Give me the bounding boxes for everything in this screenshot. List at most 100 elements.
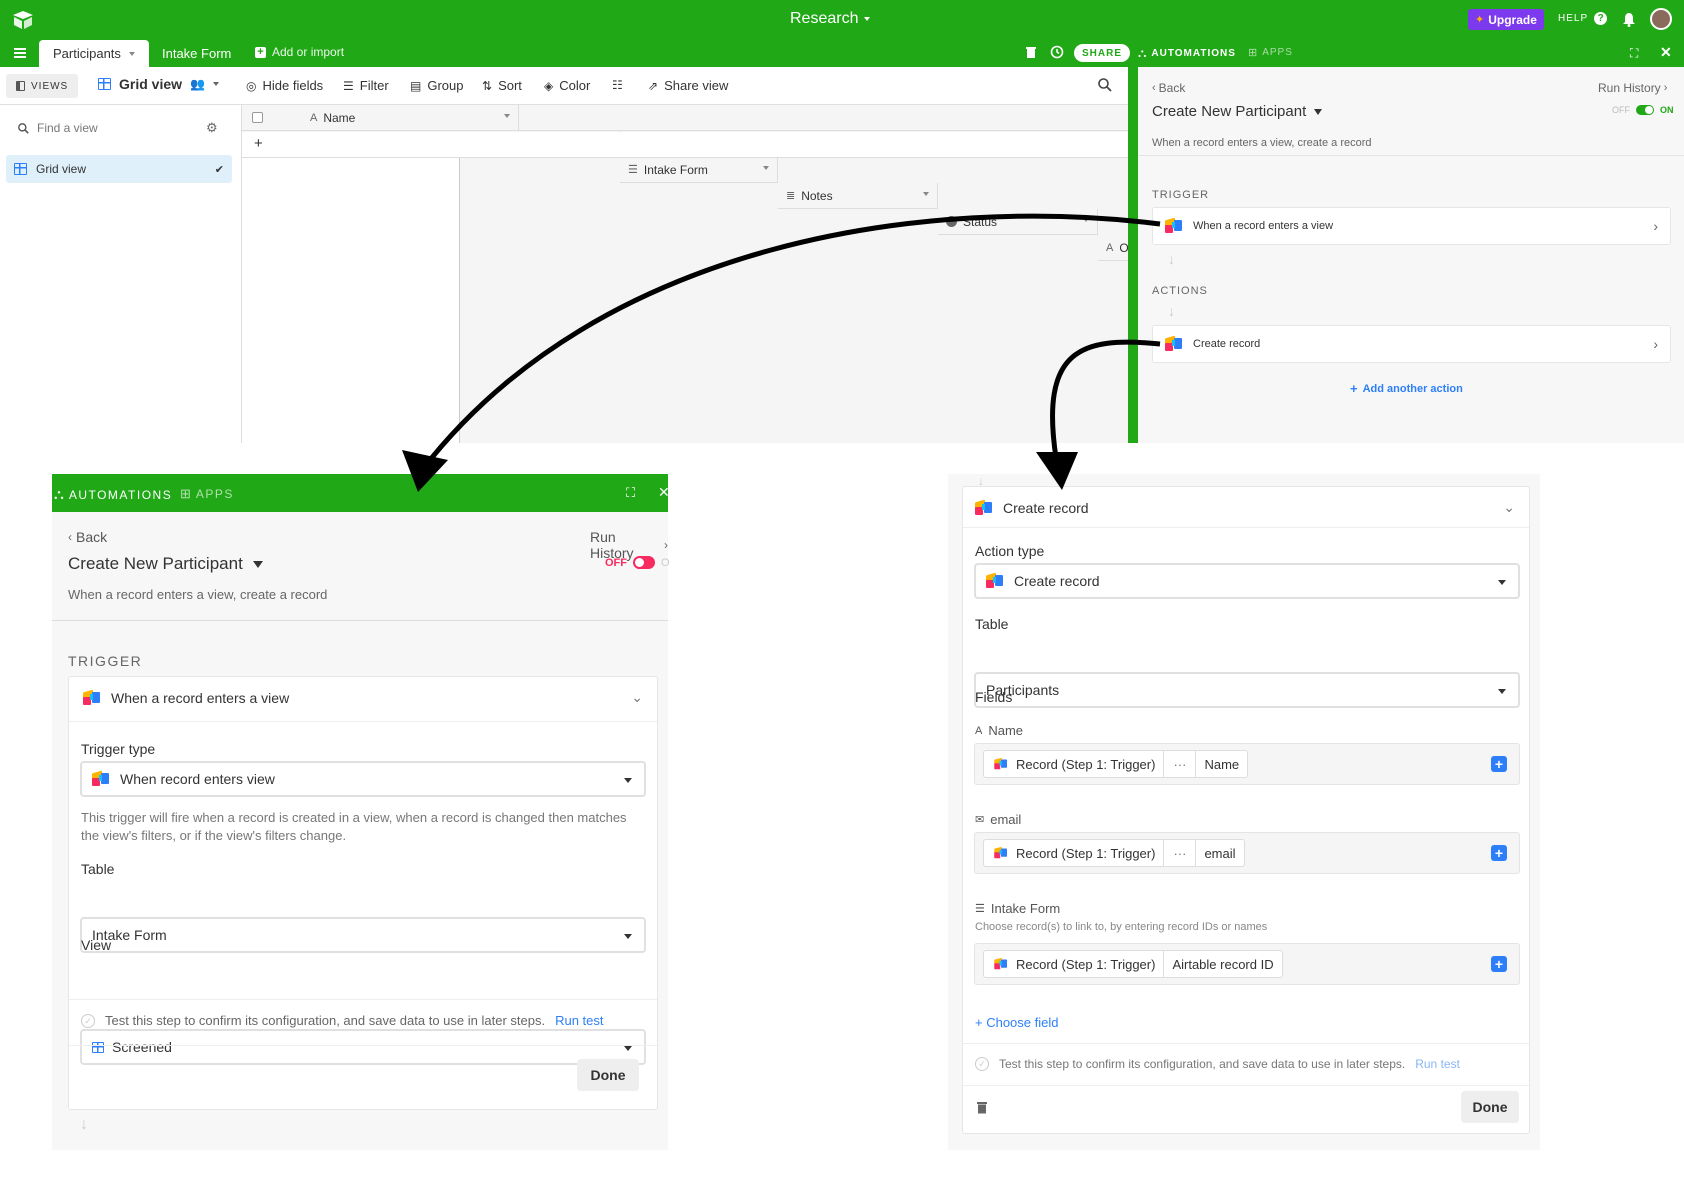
record-token[interactable]: Record (Step 1: Trigger): [983, 950, 1165, 978]
column-header-partial[interactable]: AO: [1098, 235, 1129, 261]
upgrade-button[interactable]: ✦ Upgrade: [1468, 9, 1544, 30]
history-icon[interactable]: [1050, 45, 1064, 59]
field-token[interactable]: Name: [1196, 750, 1249, 778]
close-icon[interactable]: ✕: [658, 484, 670, 501]
add-row-plus-icon[interactable]: +: [254, 135, 263, 152]
base-title[interactable]: Research: [790, 10, 871, 28]
airtable-logo-icon: [994, 757, 1008, 770]
back-link[interactable]: ‹ Back: [68, 529, 107, 545]
back-label: Back: [1158, 81, 1186, 95]
trigger-type-label-text: Trigger type: [81, 741, 156, 757]
automation-toggle[interactable]: OFF O: [605, 556, 670, 569]
trigger-type-select[interactable]: When record enters view: [80, 761, 646, 797]
help-button[interactable]: HELP ?: [1558, 12, 1608, 25]
grid-icon: [98, 78, 111, 90]
done-button[interactable]: Done: [1461, 1091, 1519, 1123]
column-header-notes[interactable]: ≣ Notes: [778, 183, 938, 209]
automation-title[interactable]: Create New Participant: [1152, 103, 1323, 120]
insert-plus-icon[interactable]: +: [1491, 845, 1507, 861]
choose-field-link[interactable]: + Choose field: [975, 1015, 1058, 1030]
view-select[interactable]: Screened: [80, 1029, 646, 1065]
run-test-link[interactable]: Run test: [1415, 1057, 1460, 1071]
top-bar: Research ✦ Upgrade HELP ?: [0, 0, 1684, 40]
automation-title[interactable]: Create New Participant: [68, 554, 263, 574]
fields-label: Fields: [975, 689, 1012, 705]
tab-intake-form[interactable]: Intake Form: [150, 40, 243, 67]
trigger-card-header[interactable]: When a record enters a view ⌄: [83, 689, 643, 706]
table-tab-bar: Participants Intake Form + Add or import…: [0, 40, 1684, 67]
toggle-switch[interactable]: [1636, 105, 1654, 115]
run-history-link[interactable]: Run History ›: [1598, 81, 1667, 95]
add-another-action-button[interactable]: + Add another action: [1350, 381, 1463, 396]
close-icon[interactable]: ✕: [1660, 44, 1672, 61]
views-toggle-button[interactable]: VIEWS: [6, 74, 79, 98]
column-header-status[interactable]: Status: [938, 209, 1098, 235]
record-token[interactable]: Record (Step 1: Trigger): [983, 750, 1165, 778]
apps-tab[interactable]: ⊞ APPS: [1248, 46, 1293, 59]
action-type-select[interactable]: Create record: [974, 563, 1520, 599]
field-intake-form-input[interactable]: Record (Step 1: Trigger) Airtable record…: [974, 943, 1520, 985]
field-email-input[interactable]: Record (Step 1: Trigger) ··· email +: [974, 832, 1520, 874]
trigger-card[interactable]: When a record enters a view ›: [1152, 207, 1671, 245]
view-switcher[interactable]: Grid view 👥: [98, 76, 219, 92]
tab-label: Participants: [53, 46, 121, 61]
gear-icon[interactable]: ⚙: [206, 120, 218, 136]
trash-icon[interactable]: [977, 1101, 987, 1114]
fullscreen-icon[interactable]: ⛶: [626, 485, 635, 501]
sidebar-item-label: Grid view: [36, 162, 87, 176]
hide-fields-button[interactable]: ◎ Hide fields: [246, 78, 323, 93]
action-card[interactable]: Create record ›: [1152, 325, 1671, 363]
action-card-header[interactable]: Create record ⌄: [975, 499, 1515, 516]
hamburger-menu-icon[interactable]: [14, 48, 26, 58]
insert-plus-icon[interactable]: +: [1491, 756, 1507, 772]
add-row[interactable]: +: [242, 132, 1128, 158]
done-button[interactable]: Done: [577, 1059, 639, 1091]
action-card-title: Create record: [1003, 499, 1089, 516]
more-dots-token[interactable]: ···: [1164, 839, 1197, 867]
row-height-button[interactable]: ☷: [612, 78, 623, 92]
chevron-down-icon[interactable]: [128, 51, 135, 56]
select-all-checkbox[interactable]: [252, 112, 263, 123]
tab-participants[interactable]: Participants: [39, 40, 149, 67]
find-view-placeholder: Find a view: [37, 121, 98, 135]
trash-icon[interactable]: [1026, 46, 1036, 58]
field-label-text: email: [990, 812, 1022, 827]
field-name-input[interactable]: Record (Step 1: Trigger) ··· Name +: [974, 743, 1520, 785]
filter-button[interactable]: ☰ Filter: [343, 78, 389, 93]
automation-toggle[interactable]: OFF ON: [1612, 105, 1674, 115]
sidebar-item-grid-view[interactable]: Grid view ✔: [6, 155, 232, 183]
fullscreen-icon[interactable]: ⛶: [1630, 46, 1638, 61]
toggle-switch[interactable]: [633, 556, 655, 569]
table-select[interactable]: Intake Form: [80, 917, 646, 953]
apps-tab[interactable]: ⊞ APPS: [180, 486, 234, 502]
field-token[interactable]: email: [1196, 839, 1245, 867]
field-token[interactable]: Airtable record ID: [1164, 950, 1283, 978]
share-button[interactable]: SHARE: [1074, 44, 1131, 62]
sort-label: Sort: [498, 78, 522, 93]
color-button[interactable]: ◈ Color: [544, 78, 590, 93]
automations-tab[interactable]: ⛬ AUTOMATIONS: [1138, 46, 1236, 61]
add-or-import-button[interactable]: + Add or import: [255, 45, 344, 59]
automations-label: AUTOMATIONS: [1151, 48, 1236, 59]
action-card-label: Create record: [1193, 338, 1261, 350]
back-link[interactable]: ‹ Back: [1152, 81, 1185, 95]
table-select[interactable]: Participants: [974, 672, 1520, 708]
search-icon[interactable]: [1098, 78, 1112, 92]
record-token[interactable]: Record (Step 1: Trigger): [983, 839, 1165, 867]
bell-icon[interactable]: [1622, 12, 1636, 27]
sort-button[interactable]: ⇅ Sort: [482, 78, 522, 93]
more-dots-token[interactable]: ···: [1164, 750, 1197, 778]
chevron-left-icon: ‹: [1152, 82, 1156, 94]
insert-plus-icon[interactable]: +: [1491, 956, 1507, 972]
find-view-input[interactable]: Find a view: [8, 115, 232, 141]
run-test-link[interactable]: Run test: [555, 1013, 603, 1028]
automations-tab[interactable]: ⛬ AUTOMATIONS: [54, 486, 172, 503]
link-field-icon: ☰: [975, 903, 985, 915]
avatar[interactable]: [1650, 8, 1672, 30]
share-view-button[interactable]: ⇗ Share view: [648, 78, 728, 93]
group-button[interactable]: ▤ Group: [410, 78, 463, 93]
column-header-intake-form[interactable]: ☰ Intake Form: [620, 157, 778, 183]
airtable-logo-icon[interactable]: [12, 10, 34, 30]
column-header-name[interactable]: A Name: [302, 105, 519, 131]
divider: [1138, 155, 1684, 156]
